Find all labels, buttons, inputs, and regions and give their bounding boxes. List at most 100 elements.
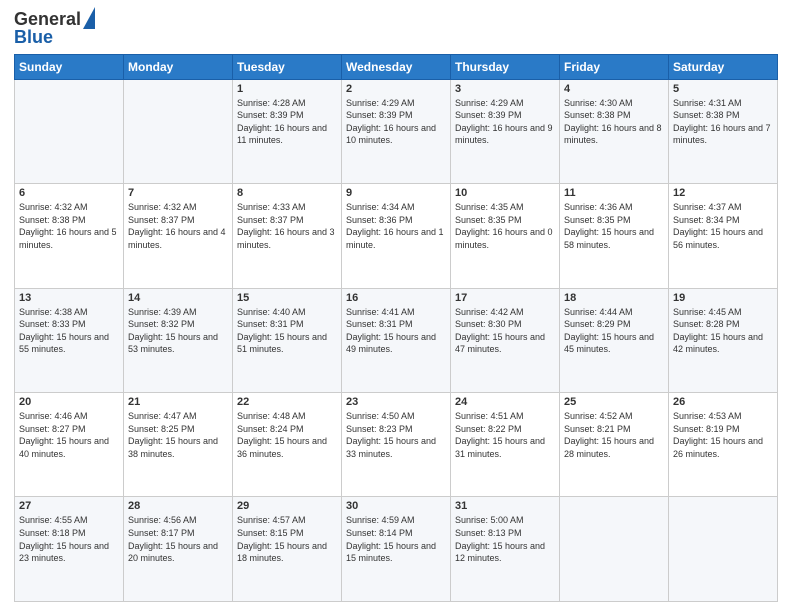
calendar-cell: 6 Sunrise: 4:32 AM Sunset: 8:38 PM Daylig… [15, 184, 124, 288]
day-number: 22 [237, 396, 337, 408]
day-number: 19 [673, 292, 773, 304]
page-header: General Blue [14, 10, 778, 48]
day-info: Sunrise: 4:33 AM Sunset: 8:37 PM Dayligh… [237, 201, 337, 251]
calendar-cell: 22 Sunrise: 4:48 AM Sunset: 8:24 PM Dayli… [233, 393, 342, 497]
day-number: 12 [673, 187, 773, 199]
calendar-week-3: 13Sunrise: 4:38 AM Sunset: 8:33 PM Dayli… [15, 288, 778, 392]
weekday-header-saturday: Saturday [669, 54, 778, 79]
logo: General Blue [14, 10, 95, 48]
day-info: Sunrise: 4:46 AM Sunset: 8:27 PM Dayligh… [19, 410, 119, 460]
calendar-cell: 27 Sunrise: 4:55 AM Sunset: 8:18 PM Dayli… [15, 497, 124, 602]
calendar-cell: 16 Sunrise: 4:41 AM Sunset: 8:31 PM Dayli… [342, 288, 451, 392]
day-number: 25 [564, 396, 664, 408]
day-number: 8 [237, 187, 337, 199]
calendar-cell: 14 Sunrise: 4:39 AM Sunset: 8:32 PM Dayli… [124, 288, 233, 392]
weekday-header-row: SundayMondayTuesdayWednesdayThursdayFrid… [15, 54, 778, 79]
calendar-cell: 23 Sunrise: 4:50 AM Sunset: 8:23 PM Dayli… [342, 393, 451, 497]
day-info: Sunrise: 4:47 AM Sunset: 8:25 PM Dayligh… [128, 410, 228, 460]
calendar-week-1: 1Sunrise: 4:28 AM Sunset: 8:39 PM Daylig… [15, 79, 778, 183]
day-number: 29 [237, 500, 337, 512]
day-number: 26 [673, 396, 773, 408]
calendar-cell: 24 Sunrise: 4:51 AM Sunset: 8:22 PM Dayli… [451, 393, 560, 497]
calendar-cell: 3Sunrise: 4:29 AM Sunset: 8:39 PM Daylig… [451, 79, 560, 183]
logo-triangle-icon [83, 7, 95, 29]
calendar-cell: 30Sunrise: 4:59 AM Sunset: 8:14 PM Dayli… [342, 497, 451, 602]
calendar-cell: 29 Sunrise: 4:57 AM Sunset: 8:15 PM Dayli… [233, 497, 342, 602]
calendar-table: SundayMondayTuesdayWednesdayThursdayFrid… [14, 54, 778, 602]
day-number: 11 [564, 187, 664, 199]
day-number: 28 [128, 500, 228, 512]
day-info: Sunrise: 5:00 AM Sunset: 8:13 PM Dayligh… [455, 514, 555, 564]
day-number: 9 [346, 187, 446, 199]
calendar-cell: 12Sunrise: 4:37 AM Sunset: 8:34 PM Dayli… [669, 184, 778, 288]
day-number: 27 [19, 500, 119, 512]
day-info: Sunrise: 4:45 AM Sunset: 8:28 PM Dayligh… [673, 306, 773, 356]
day-info: Sunrise: 4:56 AM Sunset: 8:17 PM Dayligh… [128, 514, 228, 564]
day-number: 21 [128, 396, 228, 408]
weekday-header-wednesday: Wednesday [342, 54, 451, 79]
day-info: Sunrise: 4:40 AM Sunset: 8:31 PM Dayligh… [237, 306, 337, 356]
day-number: 24 [455, 396, 555, 408]
calendar-cell: 19 Sunrise: 4:45 AM Sunset: 8:28 PM Dayli… [669, 288, 778, 392]
calendar-cell: 18 Sunrise: 4:44 AM Sunset: 8:29 PM Dayli… [560, 288, 669, 392]
day-number: 4 [564, 83, 664, 95]
calendar-cell: 13Sunrise: 4:38 AM Sunset: 8:33 PM Dayli… [15, 288, 124, 392]
day-number: 17 [455, 292, 555, 304]
day-info: Sunrise: 4:57 AM Sunset: 8:15 PM Dayligh… [237, 514, 337, 564]
weekday-header-tuesday: Tuesday [233, 54, 342, 79]
calendar-cell [560, 497, 669, 602]
calendar-cell: 21 Sunrise: 4:47 AM Sunset: 8:25 PM Dayli… [124, 393, 233, 497]
day-info: Sunrise: 4:39 AM Sunset: 8:32 PM Dayligh… [128, 306, 228, 356]
day-info: Sunrise: 4:55 AM Sunset: 8:18 PM Dayligh… [19, 514, 119, 564]
day-info: Sunrise: 4:44 AM Sunset: 8:29 PM Dayligh… [564, 306, 664, 356]
calendar-cell: 25 Sunrise: 4:52 AM Sunset: 8:21 PM Dayli… [560, 393, 669, 497]
day-number: 14 [128, 292, 228, 304]
day-info: Sunrise: 4:51 AM Sunset: 8:22 PM Dayligh… [455, 410, 555, 460]
weekday-header-sunday: Sunday [15, 54, 124, 79]
day-info: Sunrise: 4:53 AM Sunset: 8:19 PM Dayligh… [673, 410, 773, 460]
day-number: 30 [346, 500, 446, 512]
calendar-cell: 17Sunrise: 4:42 AM Sunset: 8:30 PM Dayli… [451, 288, 560, 392]
day-number: 31 [455, 500, 555, 512]
day-number: 2 [346, 83, 446, 95]
weekday-header-friday: Friday [560, 54, 669, 79]
day-info: Sunrise: 4:41 AM Sunset: 8:31 PM Dayligh… [346, 306, 446, 356]
calendar-cell: 2 Sunrise: 4:29 AM Sunset: 8:39 PM Daylig… [342, 79, 451, 183]
day-info: Sunrise: 4:34 AM Sunset: 8:36 PM Dayligh… [346, 201, 446, 251]
calendar-cell: 1Sunrise: 4:28 AM Sunset: 8:39 PM Daylig… [233, 79, 342, 183]
day-info: Sunrise: 4:52 AM Sunset: 8:21 PM Dayligh… [564, 410, 664, 460]
calendar-cell: 9 Sunrise: 4:34 AM Sunset: 8:36 PM Daylig… [342, 184, 451, 288]
day-info: Sunrise: 4:35 AM Sunset: 8:35 PM Dayligh… [455, 201, 555, 251]
day-info: Sunrise: 4:29 AM Sunset: 8:39 PM Dayligh… [346, 97, 446, 147]
calendar-cell [669, 497, 778, 602]
calendar-cell: 26 Sunrise: 4:53 AM Sunset: 8:19 PM Dayli… [669, 393, 778, 497]
calendar-cell: 28 Sunrise: 4:56 AM Sunset: 8:17 PM Dayli… [124, 497, 233, 602]
day-info: Sunrise: 4:28 AM Sunset: 8:39 PM Dayligh… [237, 97, 337, 147]
calendar-cell: 31 Sunrise: 5:00 AM Sunset: 8:13 PM Dayli… [451, 497, 560, 602]
day-number: 10 [455, 187, 555, 199]
day-number: 6 [19, 187, 119, 199]
logo-blue: Blue [14, 28, 53, 48]
calendar-cell: 20 Sunrise: 4:46 AM Sunset: 8:27 PM Dayli… [15, 393, 124, 497]
day-number: 20 [19, 396, 119, 408]
day-info: Sunrise: 4:50 AM Sunset: 8:23 PM Dayligh… [346, 410, 446, 460]
calendar-cell: 4Sunrise: 4:30 AM Sunset: 8:38 PM Daylig… [560, 79, 669, 183]
day-info: Sunrise: 4:36 AM Sunset: 8:35 PM Dayligh… [564, 201, 664, 251]
day-number: 18 [564, 292, 664, 304]
weekday-header-monday: Monday [124, 54, 233, 79]
calendar-week-5: 27 Sunrise: 4:55 AM Sunset: 8:18 PM Dayli… [15, 497, 778, 602]
day-number: 23 [346, 396, 446, 408]
calendar-cell: 10 Sunrise: 4:35 AM Sunset: 8:35 PM Dayli… [451, 184, 560, 288]
calendar-week-4: 20 Sunrise: 4:46 AM Sunset: 8:27 PM Dayli… [15, 393, 778, 497]
calendar-cell: 15Sunrise: 4:40 AM Sunset: 8:31 PM Dayli… [233, 288, 342, 392]
weekday-header-thursday: Thursday [451, 54, 560, 79]
calendar-cell [15, 79, 124, 183]
day-info: Sunrise: 4:32 AM Sunset: 8:37 PM Dayligh… [128, 201, 228, 251]
calendar-cell: 11 Sunrise: 4:36 AM Sunset: 8:35 PM Dayli… [560, 184, 669, 288]
day-info: Sunrise: 4:29 AM Sunset: 8:39 PM Dayligh… [455, 97, 555, 147]
day-info: Sunrise: 4:32 AM Sunset: 8:38 PM Dayligh… [19, 201, 119, 251]
day-info: Sunrise: 4:38 AM Sunset: 8:33 PM Dayligh… [19, 306, 119, 356]
day-number: 16 [346, 292, 446, 304]
calendar-cell [124, 79, 233, 183]
day-info: Sunrise: 4:48 AM Sunset: 8:24 PM Dayligh… [237, 410, 337, 460]
